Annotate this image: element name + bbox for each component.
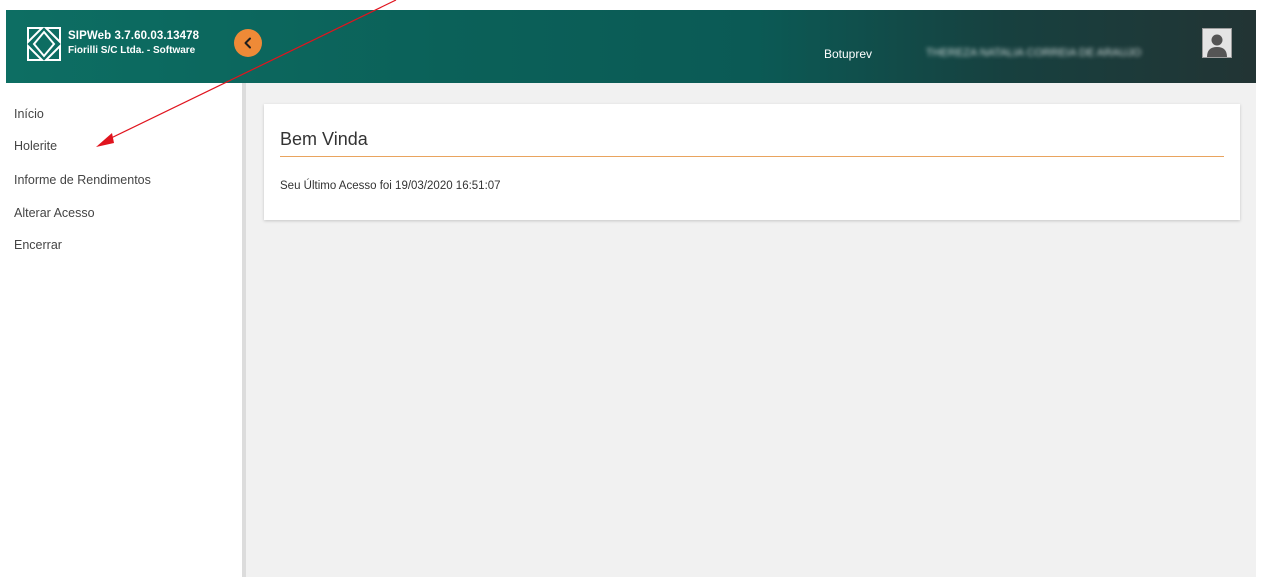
sidebar-collapse-button[interactable]	[234, 29, 262, 57]
page-title: Bem Vinda	[280, 129, 368, 149]
user-avatar-icon[interactable]	[1202, 28, 1232, 58]
user-name: THEREZA NATALIA CORREIA DE ARAUJO	[926, 47, 1142, 59]
organization-name: Botuprev	[824, 47, 873, 61]
sidebar: Início Holerite Informe de Rendimentos A…	[6, 83, 246, 577]
header-bar: SIPWeb 3.7.60.03.13478 Fiorilli S/C Ltda…	[6, 10, 1256, 83]
last-access-text: Seu Último Acesso foi 19/03/2020 16:51:0…	[280, 180, 501, 192]
app-window: SIPWeb 3.7.60.03.13478 Fiorilli S/C Ltda…	[6, 10, 1256, 577]
chevron-left-icon	[244, 37, 251, 49]
welcome-card: Bem Vinda Seu Último Acesso foi 19/03/20…	[264, 104, 1240, 220]
title-divider	[280, 156, 1224, 157]
sipweb-logo-icon	[27, 27, 61, 61]
sidebar-item-alterar-acesso[interactable]: Alterar Acesso	[14, 206, 95, 220]
app-title: SIPWeb 3.7.60.03.13478	[68, 30, 200, 42]
sidebar-item-encerrar[interactable]: Encerrar	[14, 238, 62, 252]
user-silhouette-icon	[1203, 29, 1231, 57]
sidebar-item-holerite[interactable]: Holerite	[14, 139, 57, 153]
sidebar-item-informe-rendimentos[interactable]: Informe de Rendimentos	[14, 173, 151, 187]
company-name: Fiorilli S/C Ltda. - Software	[68, 45, 196, 56]
sidebar-item-inicio[interactable]: Início	[14, 107, 44, 121]
